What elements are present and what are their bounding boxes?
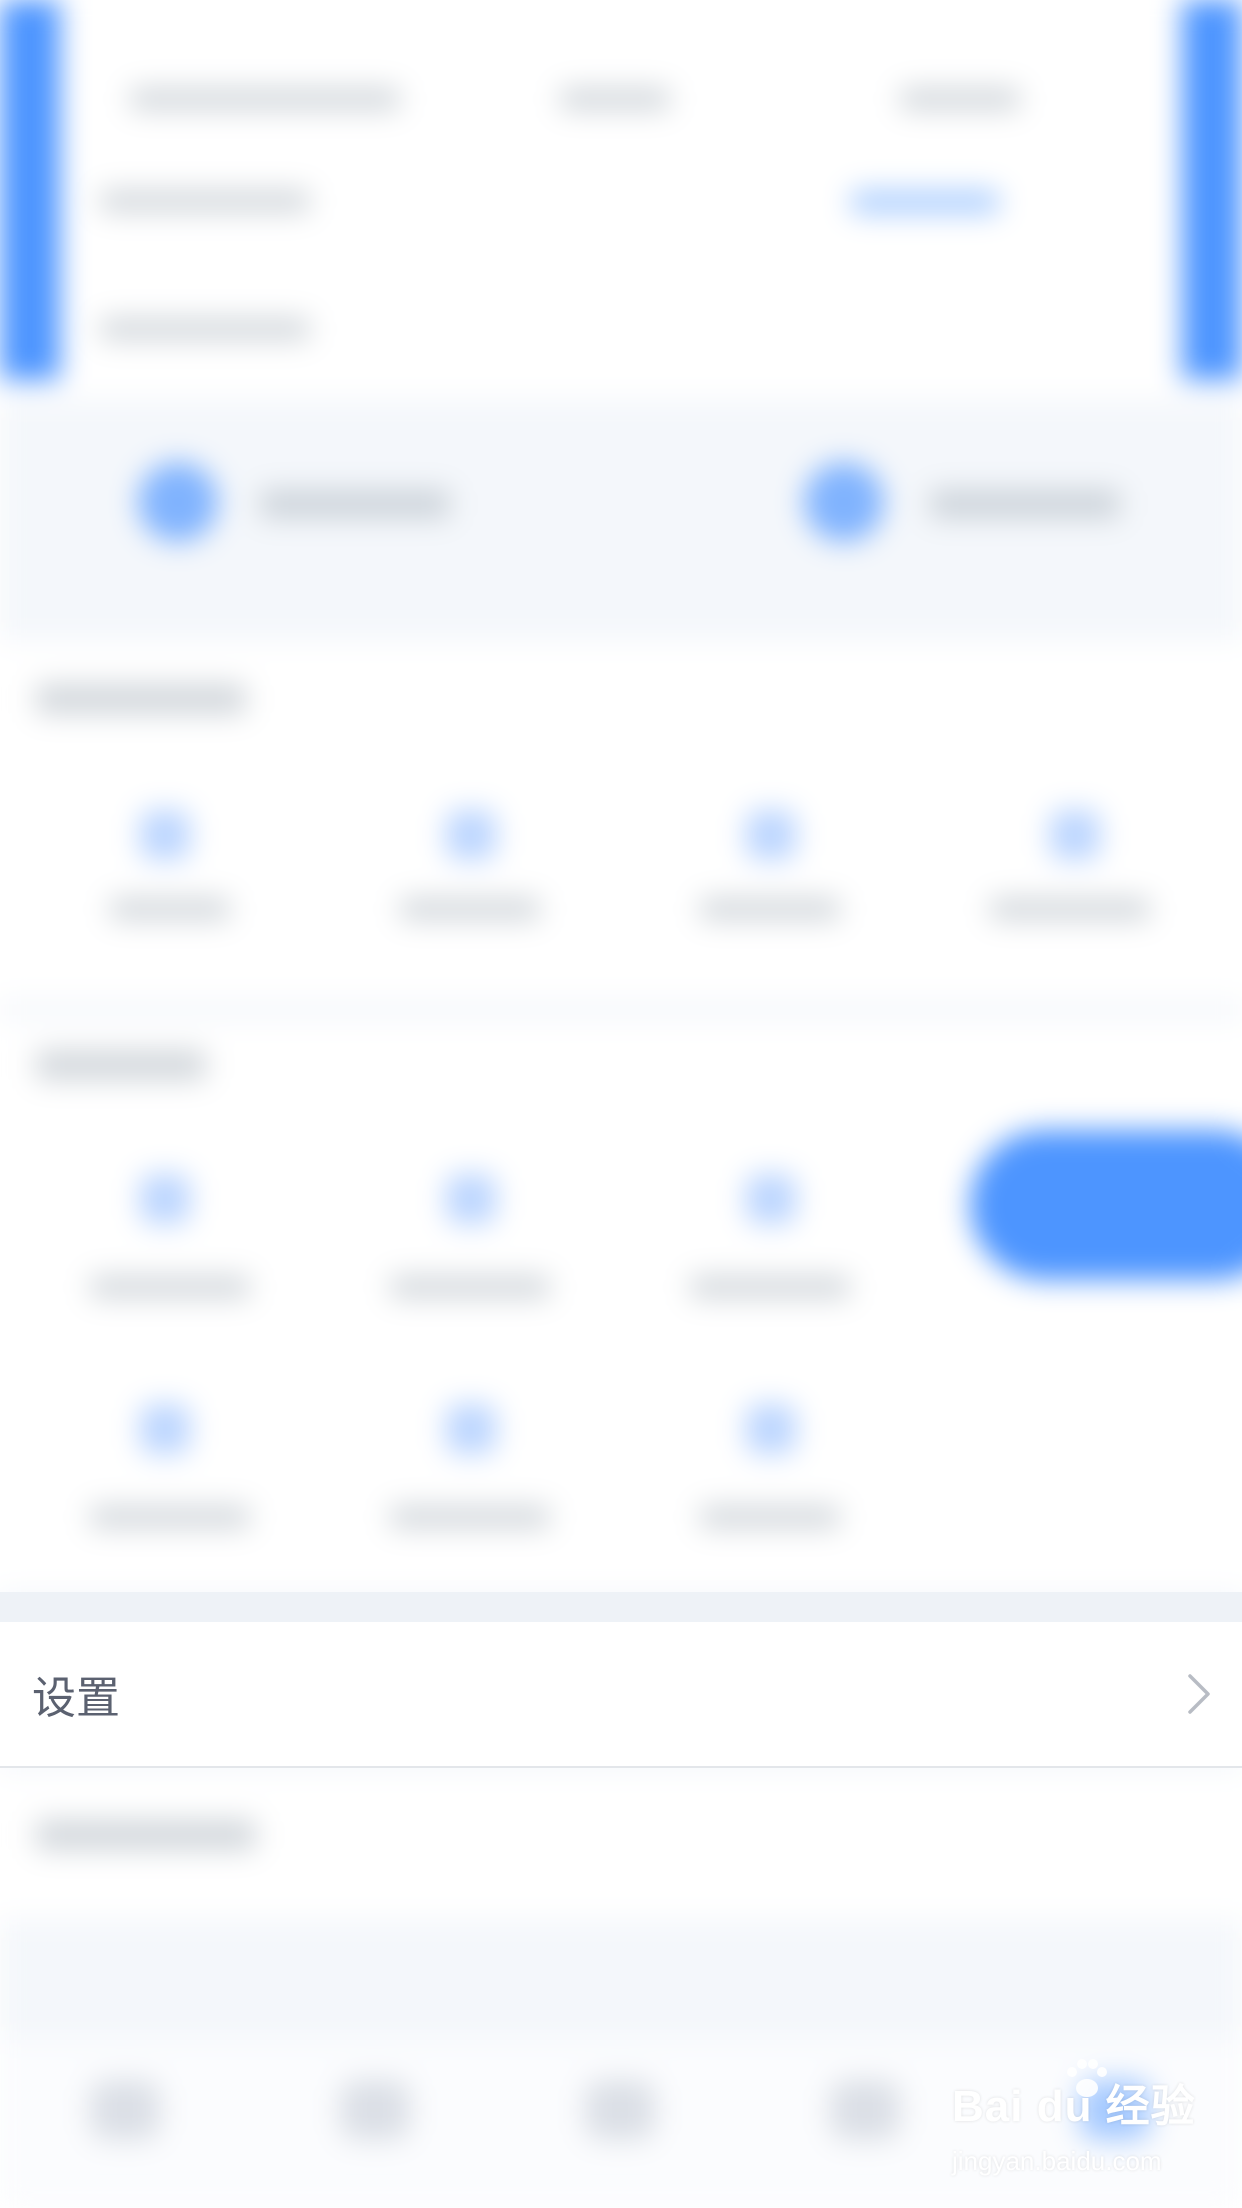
blurred-grid-icon xyxy=(140,1174,190,1224)
blurred-text xyxy=(690,1276,850,1298)
blurred-text xyxy=(90,1276,250,1298)
blurred-text xyxy=(700,1506,840,1528)
watermark-url: jingyan.baidu.com xyxy=(952,2146,1162,2176)
blurred-chip xyxy=(850,190,1000,214)
blurred-grid-icon xyxy=(746,810,796,860)
blurred-grid-icon xyxy=(140,1404,190,1454)
blurred-text xyxy=(260,490,450,518)
blurred-text xyxy=(400,898,540,920)
blurred-text xyxy=(930,490,1120,518)
right-accent-strip xyxy=(1182,0,1242,380)
blurred-floating-button xyxy=(970,1130,1242,1280)
baidu-paw-icon xyxy=(1062,2058,1108,2104)
settings-label: 设置 xyxy=(32,1673,120,1724)
blurred-grid-icon xyxy=(746,1174,796,1224)
blurred-tab-icon xyxy=(830,2080,900,2140)
blurred-text xyxy=(700,898,840,920)
section-divider-band xyxy=(0,1592,1242,1622)
blurred-text xyxy=(560,88,670,110)
blurred-text xyxy=(36,1820,256,1850)
blurred-tab-icon xyxy=(90,2080,160,2140)
blurred-tab-icon xyxy=(585,2080,655,2140)
blurred-text xyxy=(900,88,1020,110)
blurred-heading xyxy=(36,684,246,714)
blurred-text xyxy=(100,318,310,340)
blurred-tab-icon xyxy=(340,2080,410,2140)
blurred-text xyxy=(390,1506,550,1528)
blurred-text xyxy=(390,1276,550,1298)
blurred-text xyxy=(990,898,1150,920)
blurred-text xyxy=(100,190,310,212)
chevron-right-icon xyxy=(1186,1672,1212,1716)
blurred-heading xyxy=(36,1050,206,1080)
settings-row[interactable]: 设置 xyxy=(0,1622,1242,1768)
blurred-grid-icon xyxy=(140,810,190,860)
blurred-text xyxy=(90,1506,250,1528)
left-accent-strip xyxy=(0,0,60,380)
blurred-circle-icon xyxy=(804,462,884,542)
blurred-circle-icon xyxy=(138,462,218,542)
blurred-grid-icon xyxy=(446,810,496,860)
watermark: Bai du 经验 jingyan.baidu.com xyxy=(950,2059,1210,2190)
blurred-text xyxy=(130,88,400,110)
blurred-grid-icon xyxy=(1050,810,1100,860)
blurred-grid-icon xyxy=(446,1404,496,1454)
blurred-grid-icon xyxy=(446,1174,496,1224)
blurred-grid-icon xyxy=(746,1404,796,1454)
blurred-text xyxy=(110,898,230,920)
blurred-background xyxy=(0,0,1242,2208)
